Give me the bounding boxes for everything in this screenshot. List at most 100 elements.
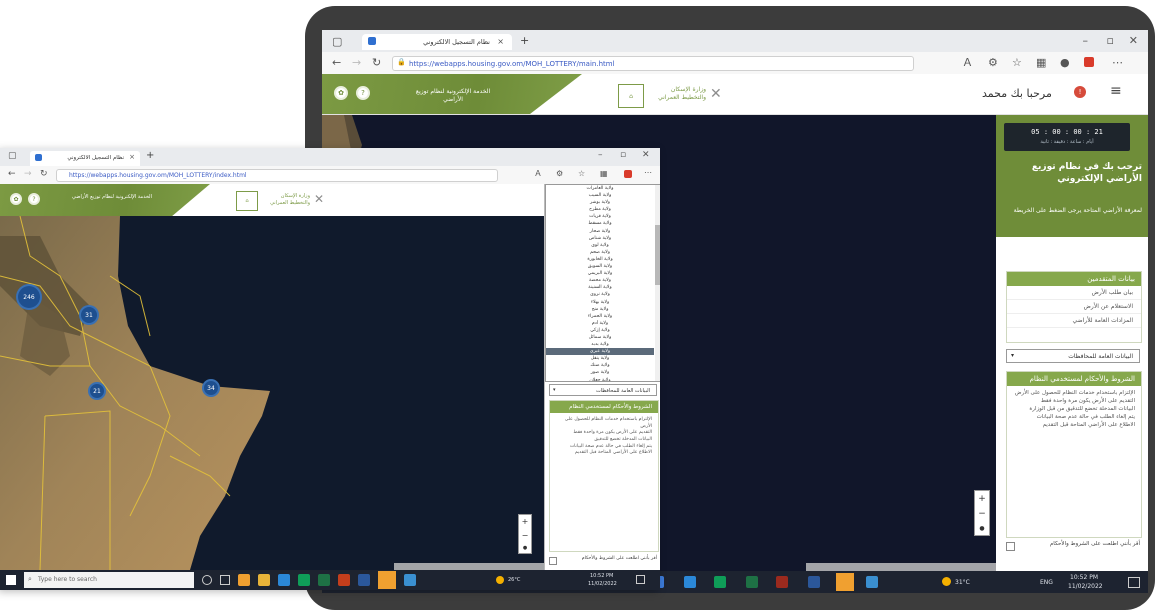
- map-cluster-marker[interactable]: 31: [79, 305, 99, 325]
- governorate-option[interactable]: ولاية العامرات: [546, 185, 654, 192]
- governorate-option[interactable]: ولاية سمائل: [546, 334, 654, 341]
- zoom-in-icon[interactable]: +: [522, 517, 529, 526]
- settings-icon[interactable]: ✿: [10, 193, 22, 205]
- more-icon[interactable]: ⋯: [1112, 57, 1123, 68]
- terms-checkbox[interactable]: [1006, 542, 1015, 551]
- governorate-option[interactable]: ولاية صحار: [546, 228, 654, 235]
- close-window-icon[interactable]: ✕: [1129, 35, 1138, 46]
- back-arrow-icon[interactable]: ←: [8, 170, 16, 179]
- governorate-option[interactable]: ولاية مسقط: [546, 220, 654, 227]
- mail-icon[interactable]: [278, 574, 290, 586]
- edge-icon[interactable]: [714, 576, 726, 588]
- favorites-icon[interactable]: ☆: [1012, 57, 1022, 68]
- extension-icon[interactable]: ⚙: [988, 57, 998, 68]
- governorate-option[interactable]: ولاية منح: [546, 306, 654, 313]
- governorate-option[interactable]: ولاية السنينة: [546, 284, 654, 291]
- governorate-option[interactable]: ولاية شناص: [546, 235, 654, 242]
- excel-icon[interactable]: [746, 576, 758, 588]
- governorate-option[interactable]: ولاية محضة: [546, 277, 654, 284]
- zoom-reset-icon[interactable]: ●: [523, 545, 527, 551]
- new-tab-button[interactable]: +: [146, 150, 154, 161]
- url-field[interactable]: 🔒 https://webapps.housing.gov.om/MOH_LOT…: [392, 56, 914, 71]
- governorate-dropdown[interactable]: ▾ البيانات العامة للمحافظات: [1006, 349, 1140, 363]
- service-link[interactable]: بيان طلب الأرض: [1007, 286, 1141, 300]
- window-menu-icon[interactable]: ▢: [8, 152, 17, 161]
- minimize-icon[interactable]: –: [1083, 35, 1089, 46]
- hamburger-menu-icon[interactable]: ≡: [1110, 83, 1122, 99]
- map-cluster-marker[interactable]: 34: [202, 379, 220, 397]
- governorate-option[interactable]: ولاية ينقل: [546, 355, 654, 362]
- word-icon[interactable]: [808, 576, 820, 588]
- powerpoint-icon[interactable]: [338, 574, 350, 586]
- governorate-option[interactable]: ولاية مطرح: [546, 206, 654, 213]
- forward-arrow-icon[interactable]: →: [24, 170, 32, 179]
- governorate-option[interactable]: ولاية بهلاء: [546, 299, 654, 306]
- favorites-icon[interactable]: ☆: [578, 170, 585, 178]
- help-icon[interactable]: ?: [28, 193, 40, 205]
- cortana-icon[interactable]: [202, 575, 212, 585]
- acrobat-icon[interactable]: [776, 576, 788, 588]
- governorate-option[interactable]: ولاية ضنك: [546, 362, 654, 369]
- map-cluster-marker[interactable]: 21: [88, 382, 106, 400]
- governorate-option[interactable]: ولاية إزكي: [546, 327, 654, 334]
- office-icon[interactable]: [624, 170, 632, 178]
- taskbar-search-box[interactable]: ⌕ Type here to search: [24, 572, 194, 588]
- map-cluster-marker[interactable]: 246: [16, 284, 42, 310]
- help-icon[interactable]: ?: [356, 86, 370, 100]
- governorate-option[interactable]: ولاية عبري: [546, 348, 654, 356]
- refresh-icon[interactable]: ↻: [40, 170, 48, 179]
- refresh-icon[interactable]: ↻: [372, 57, 381, 68]
- photos-icon[interactable]: [404, 574, 416, 586]
- profile-icon[interactable]: ●: [1060, 57, 1070, 68]
- scrollbar[interactable]: [655, 185, 660, 381]
- governorate-option[interactable]: ولاية نزوى: [546, 291, 654, 298]
- window-menu-icon[interactable]: ▢: [332, 36, 342, 47]
- browser-tab[interactable]: نظام التسجيل الالكتروني ×: [362, 34, 512, 50]
- notifications-icon[interactable]: [636, 575, 645, 584]
- governorate-option[interactable]: ولاية صور: [546, 369, 654, 376]
- close-tab-icon[interactable]: ×: [129, 153, 135, 161]
- terms-checkbox-row[interactable]: أقر بأنني اطلعت على الشروط والأحكام: [1006, 541, 1140, 553]
- service-link[interactable]: الاستعلام عن الأرض: [1007, 300, 1141, 314]
- zoom-in-icon[interactable]: +: [978, 494, 986, 504]
- governorate-option[interactable]: ولاية بوشر: [546, 199, 654, 206]
- governorate-option[interactable]: ولاية الخابورة: [546, 256, 654, 263]
- minimize-icon[interactable]: –: [598, 151, 603, 160]
- governorate-option[interactable]: ولاية السويق: [546, 263, 654, 270]
- reading-view-icon[interactable]: Ａ: [534, 170, 542, 178]
- zoom-control[interactable]: + − ●: [518, 514, 532, 554]
- governorate-option[interactable]: ولاية السيب: [546, 192, 654, 199]
- clock-time[interactable]: 10:52 PM: [590, 573, 613, 579]
- settings-icon[interactable]: ✿: [334, 86, 348, 100]
- governorate-option[interactable]: ولاية بدبد: [546, 341, 654, 348]
- governorate-option[interactable]: ولاية البريمي: [546, 270, 654, 277]
- extension-icon[interactable]: ⚙: [556, 170, 563, 178]
- map-view[interactable]: 246 31 21 34 + − ●: [0, 216, 544, 570]
- terms-checkbox-row[interactable]: أقر بأنني اطلعت على الشروط والأحكام: [549, 556, 657, 566]
- zoom-control[interactable]: + − ●: [974, 490, 990, 536]
- collections-icon[interactable]: ▦: [1036, 57, 1046, 68]
- back-arrow-icon[interactable]: ←: [332, 57, 341, 68]
- governorate-dropdown[interactable]: ▾ البيانات العامة للمحافظات: [549, 384, 657, 396]
- clock-date[interactable]: 11/02/2022: [588, 581, 617, 587]
- new-tab-button[interactable]: +: [520, 34, 529, 47]
- maximize-icon[interactable]: ▫: [620, 151, 626, 160]
- zoom-out-icon[interactable]: −: [522, 531, 529, 540]
- photos-icon[interactable]: [866, 576, 878, 588]
- url-field[interactable]: https://webapps.housing.gov.om/MOH_LOTTE…: [56, 169, 498, 182]
- governorate-list[interactable]: ولاية العامرات ولاية السيب ولاية بوشر ولاية…: [545, 184, 660, 382]
- close-tab-icon[interactable]: ×: [497, 37, 504, 46]
- service-link[interactable]: المزادات العامة للأراضي: [1007, 314, 1141, 328]
- scrollbar-thumb[interactable]: [655, 225, 660, 285]
- clock-date[interactable]: 11/02/2022: [1068, 583, 1103, 590]
- governorate-option[interactable]: ولاية جعلان: [546, 377, 654, 381]
- governorate-option[interactable]: ولاية قريات: [546, 213, 654, 220]
- more-icon[interactable]: ⋯: [644, 169, 652, 177]
- excel-icon[interactable]: [318, 574, 330, 586]
- edge-icon[interactable]: [298, 574, 310, 586]
- zoom-reset-icon[interactable]: ●: [979, 525, 984, 532]
- reading-view-icon[interactable]: Ａ: [962, 57, 973, 68]
- governorate-option[interactable]: ولاية أدم: [546, 320, 654, 327]
- governorate-option[interactable]: ولاية الحمراء: [546, 313, 654, 320]
- browser-tab[interactable]: نظام التسجيل الالكتروني ×: [30, 151, 140, 166]
